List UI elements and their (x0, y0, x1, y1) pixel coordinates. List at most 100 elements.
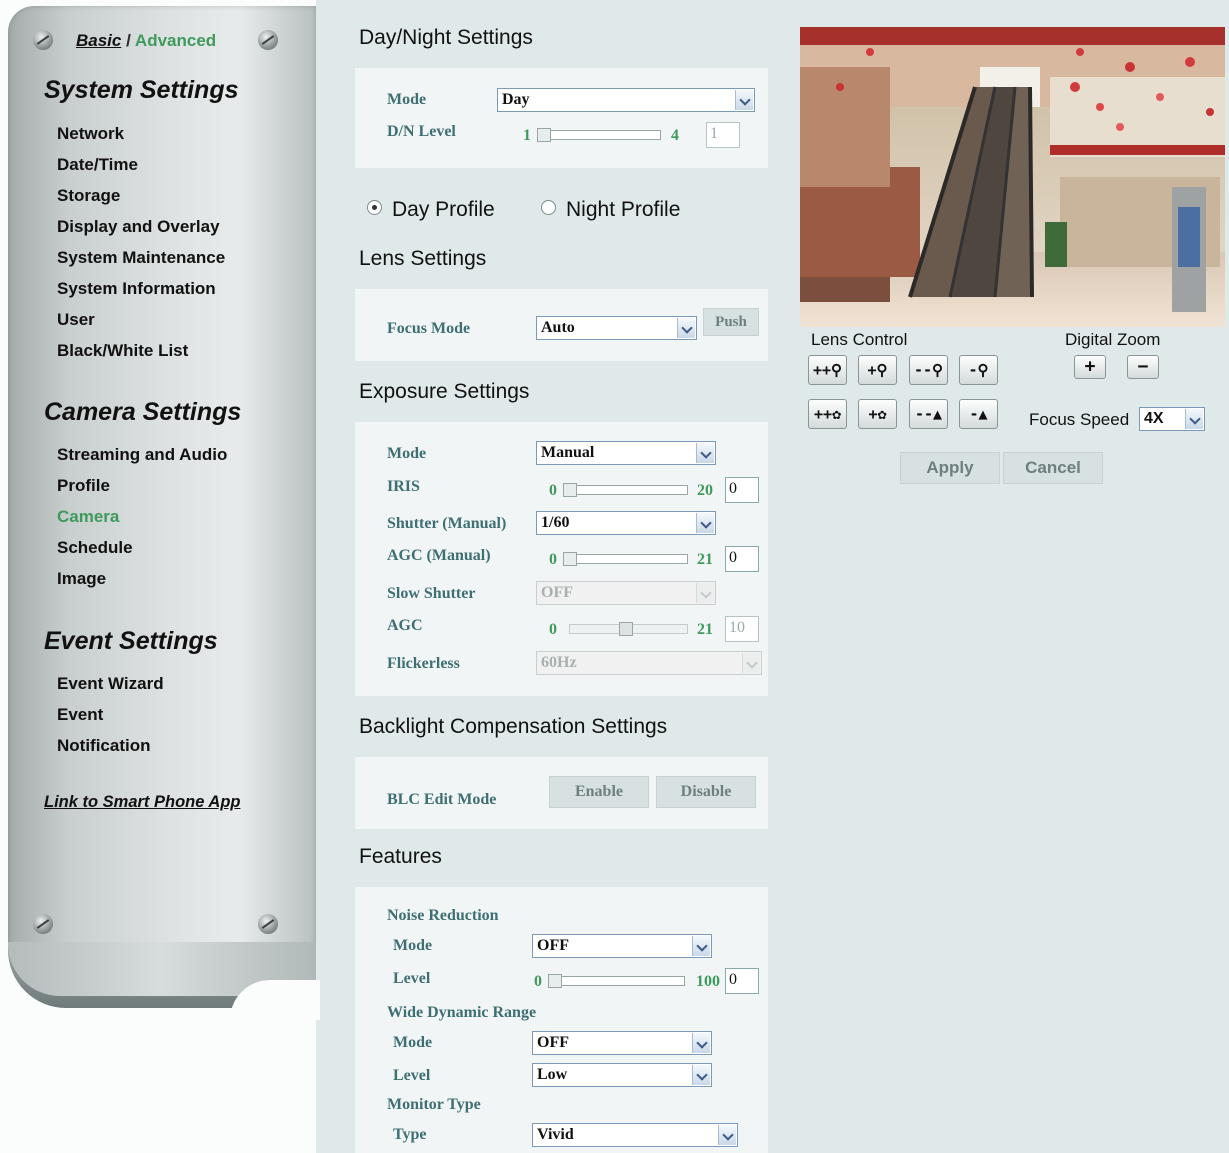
cancel-button[interactable]: Cancel (1003, 452, 1103, 484)
section-title-event: Event Settings (44, 627, 218, 655)
digital-zoom-in-button[interactable]: + (1074, 355, 1106, 379)
wdr-level-select[interactable]: Low (532, 1063, 712, 1087)
focus-far-button[interactable]: -▲ (959, 399, 998, 429)
zoom-in-fast-button[interactable]: ++⚲ (808, 355, 847, 385)
chevron-down-icon (718, 1125, 736, 1145)
daynight-title: Day/Night Settings (359, 26, 533, 49)
chevron-down-icon (742, 653, 760, 673)
minus-icon: − (1137, 356, 1149, 377)
iris-input[interactable]: 0 (725, 477, 759, 503)
basic-mode-link[interactable]: Basic (76, 31, 121, 50)
zoom-out-button[interactable]: -⚲ (959, 355, 998, 385)
sidebar-item-image[interactable]: Image (57, 569, 106, 589)
wdr-title: Wide Dynamic Range (387, 1004, 537, 1021)
sidebar-item-event[interactable]: Event (57, 705, 103, 725)
camera-image (800, 27, 1225, 327)
lens-title: Lens Settings (359, 247, 487, 270)
advanced-mode-link[interactable]: Advanced (135, 31, 216, 50)
sidebar-item-notification[interactable]: Notification (57, 736, 151, 756)
chevron-down-icon (735, 90, 753, 110)
focus-far-fast-button[interactable]: --▲ (909, 399, 948, 429)
sidebar-item-user[interactable]: User (57, 310, 95, 330)
agc-manual-max: 21 (697, 551, 713, 568)
blc-enable-button[interactable]: Enable (549, 776, 649, 808)
sidebar-item-system-information[interactable]: System Information (57, 279, 216, 299)
exposure-mode-select[interactable]: Manual (536, 441, 716, 465)
nr-mode-label: Mode (393, 937, 433, 954)
sidebar-item-display-overlay[interactable]: Display and Overlay (57, 217, 220, 237)
sidebar-item-datetime[interactable]: Date/Time (57, 155, 138, 175)
nr-level-slider-thumb[interactable] (548, 974, 562, 988)
mountain-icon: -▲ (969, 405, 988, 423)
agc-manual-slider-thumb[interactable] (563, 552, 577, 566)
screw-icon (33, 914, 53, 934)
chevron-down-icon (696, 583, 714, 603)
monitor-type-value: Vivid (537, 1126, 574, 1143)
night-profile-radio[interactable]: Night Profile (541, 198, 680, 222)
focus-mode-value: Auto (541, 319, 575, 336)
focus-near-button[interactable]: +✿ (858, 399, 897, 429)
flickerless-label: Flickerless (387, 655, 460, 672)
nr-level-slider[interactable] (548, 976, 685, 986)
plus-icon: + (1084, 356, 1096, 377)
sidebar-item-black-white-list[interactable]: Black/White List (57, 341, 188, 361)
flower-icon: ++✿ (813, 405, 842, 423)
daynight-panel (355, 68, 768, 168)
camera-live-preview[interactable] (800, 27, 1225, 327)
daynight-mode-label: Mode (387, 91, 427, 108)
dn-level-input[interactable]: 1 (706, 122, 740, 148)
slow-shutter-value: OFF (541, 584, 573, 601)
zoom-out-fast-button[interactable]: --⚲ (909, 355, 948, 385)
chevron-down-icon (692, 936, 710, 956)
blc-disable-button[interactable]: Disable (656, 776, 756, 808)
agc-manual-input[interactable]: 0 (725, 546, 759, 572)
agc-label: AGC (387, 617, 423, 634)
agc-manual-slider[interactable] (563, 554, 688, 564)
section-title-camera: Camera Settings (44, 398, 242, 426)
agc-slider-thumb[interactable] (619, 622, 633, 636)
sidebar-item-network[interactable]: Network (57, 124, 124, 144)
monitor-type-select[interactable]: Vivid (532, 1123, 738, 1147)
zoom-in-icon: +⚲ (867, 361, 888, 379)
sidebar-item-streaming-audio[interactable]: Streaming and Audio (57, 445, 227, 465)
agc-input[interactable]: 10 (725, 616, 759, 642)
focus-mode-select[interactable]: Auto (536, 316, 697, 340)
sidebar: Basic / Advanced System Settings Network… (0, 0, 320, 1153)
wdr-level-label: Level (393, 1067, 431, 1084)
screw-icon (33, 30, 53, 50)
nr-level-input[interactable]: 0 (725, 968, 759, 994)
push-button[interactable]: Push (703, 308, 759, 336)
iris-slider[interactable] (563, 485, 688, 495)
focus-speed-value: 4X (1144, 410, 1164, 427)
slow-shutter-select[interactable]: OFF (536, 581, 716, 605)
nr-mode-select[interactable]: OFF (532, 934, 712, 958)
agc-manual-min: 0 (549, 551, 557, 568)
monitor-type-title: Monitor Type (387, 1096, 481, 1113)
iris-slider-thumb[interactable] (563, 483, 577, 497)
digital-zoom-label: Digital Zoom (1065, 330, 1161, 349)
sidebar-item-system-maintenance[interactable]: System Maintenance (57, 248, 225, 268)
dn-level-slider-thumb[interactable] (537, 128, 551, 142)
sidebar-item-event-wizard[interactable]: Event Wizard (57, 674, 164, 694)
sidebar-item-schedule[interactable]: Schedule (57, 538, 133, 558)
sidebar-item-storage[interactable]: Storage (57, 186, 120, 206)
dn-level-slider[interactable] (537, 130, 661, 140)
focus-speed-select[interactable]: 4X (1139, 407, 1205, 431)
focus-near-fast-button[interactable]: ++✿ (808, 399, 847, 429)
daynight-mode-select[interactable]: Day (497, 88, 755, 112)
wdr-mode-select[interactable]: OFF (532, 1031, 712, 1055)
screw-icon (258, 30, 278, 50)
flickerless-select[interactable]: 60Hz (536, 651, 762, 675)
zoom-in-button[interactable]: +⚲ (858, 355, 897, 385)
apply-button[interactable]: Apply (900, 452, 1000, 484)
day-profile-radio[interactable]: Day Profile (367, 198, 495, 222)
smart-phone-app-link[interactable]: Link to Smart Phone App (44, 793, 240, 812)
iris-min: 0 (549, 482, 557, 499)
monitor-type-label: Type (393, 1126, 427, 1143)
shutter-select[interactable]: 1/60 (536, 511, 716, 535)
agc-manual-label: AGC (Manual) (387, 547, 491, 564)
digital-zoom-out-button[interactable]: − (1127, 355, 1159, 379)
sidebar-item-profile[interactable]: Profile (57, 476, 110, 496)
agc-max: 21 (697, 621, 713, 638)
sidebar-item-camera[interactable]: Camera (57, 507, 119, 527)
